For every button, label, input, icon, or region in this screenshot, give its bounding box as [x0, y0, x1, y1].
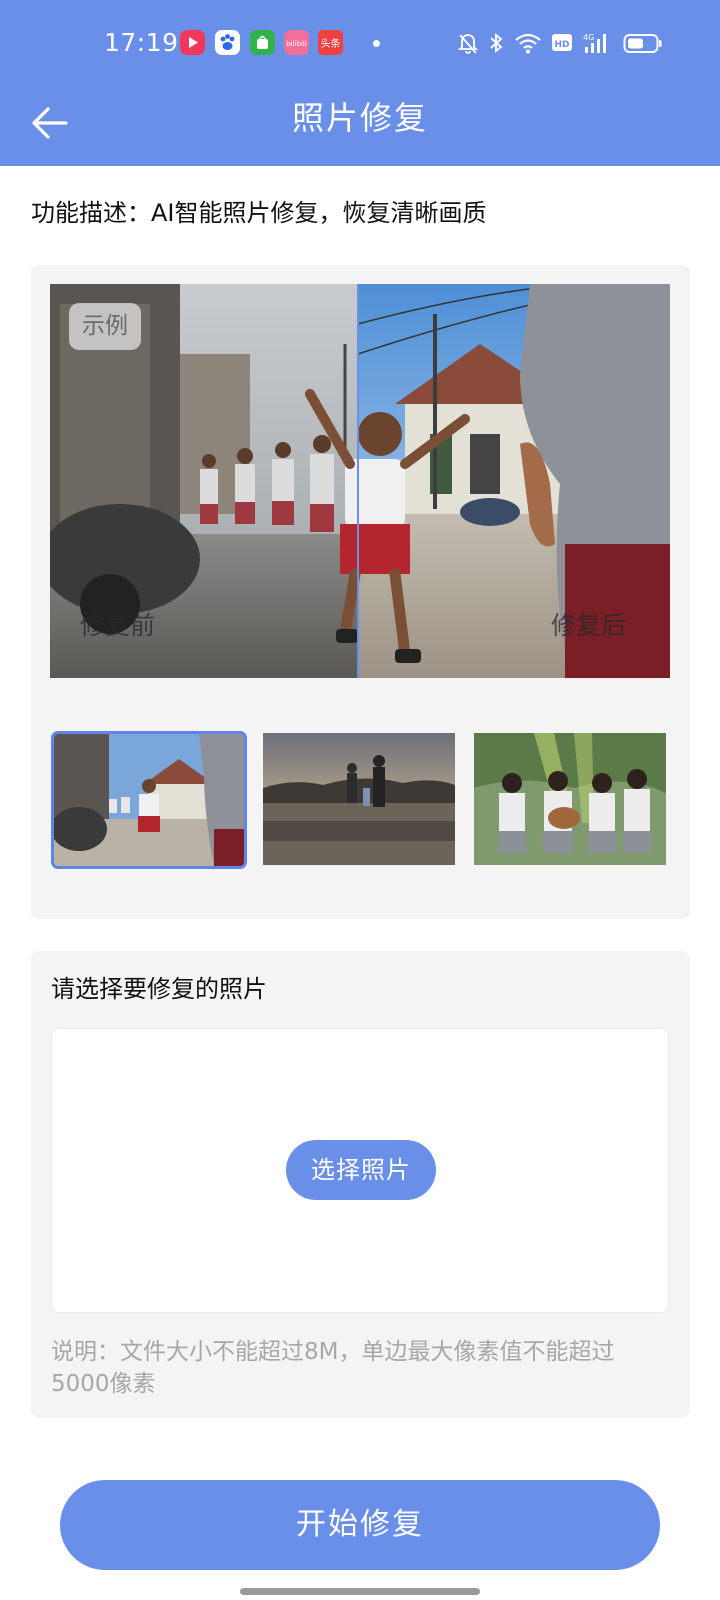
- baidu-paw-icon: [215, 30, 240, 55]
- feature-description: 功能描述：AI智能照片修复，恢复清晰画质: [31, 199, 487, 227]
- taobao-bag-icon: [250, 30, 275, 55]
- upload-title: 请选择要修复的照片: [51, 975, 267, 1003]
- compare-divider[interactable]: [357, 284, 359, 678]
- signal-4g-icon: 4G: [582, 30, 612, 56]
- toutiao-icon: 头条: [318, 30, 343, 55]
- photo-dropzone[interactable]: 选择照片: [51, 1028, 669, 1313]
- more-notifications-dot: [373, 40, 380, 47]
- upload-note: 说明：文件大小不能超过8M，单边最大像素值不能超过5000像素: [51, 1339, 615, 1397]
- start-repair-button[interactable]: 开始修复: [60, 1480, 660, 1570]
- svg-text:头条: 头条: [321, 37, 341, 50]
- upload-card: 请选择要修复的照片 选择照片 说明：文件大小不能超过8M，单边最大像素值不能超过…: [31, 951, 690, 1418]
- example-thumbnail-3[interactable]: [474, 733, 666, 865]
- battery-icon: [623, 30, 663, 56]
- home-indicator[interactable]: [240, 1588, 480, 1595]
- page-title: 照片修复: [291, 99, 428, 137]
- app-bar: 照片修复: [0, 88, 720, 166]
- children-running-street-photo: [54, 734, 244, 866]
- example-thumbnail-2[interactable]: [263, 733, 455, 865]
- girls-with-guitar-photo: [474, 733, 666, 865]
- video-app-icon: [180, 30, 205, 55]
- mute-bell-icon: [458, 30, 478, 56]
- sample-badge: 示例: [69, 303, 141, 350]
- wifi-icon: [514, 30, 542, 56]
- bilibili-icon: bilibili: [284, 30, 309, 55]
- before-after-compare-image[interactable]: 示例 修复前 修复后: [50, 284, 670, 678]
- bluetooth-icon: [488, 30, 504, 56]
- svg-text:HD: HD: [554, 40, 569, 50]
- svg-text:4G: 4G: [583, 33, 594, 42]
- svg-text:bilibili: bilibili: [286, 40, 307, 48]
- status-time: 17:19: [104, 28, 179, 57]
- family-walking-field-photo: [263, 733, 455, 865]
- example-card: 示例 修复前 修复后: [31, 265, 690, 919]
- choose-photo-button[interactable]: 选择照片: [286, 1140, 436, 1200]
- after-label: 修复后: [551, 611, 627, 640]
- header-band: 17:19 bilibili 头条 HD 4G 照片修复: [0, 0, 720, 166]
- before-label: 修复前: [80, 611, 156, 640]
- example-thumbnail-1[interactable]: [51, 731, 247, 869]
- hd-icon: HD: [551, 30, 573, 56]
- status-bar: 17:19 bilibili 头条 HD 4G: [0, 0, 720, 88]
